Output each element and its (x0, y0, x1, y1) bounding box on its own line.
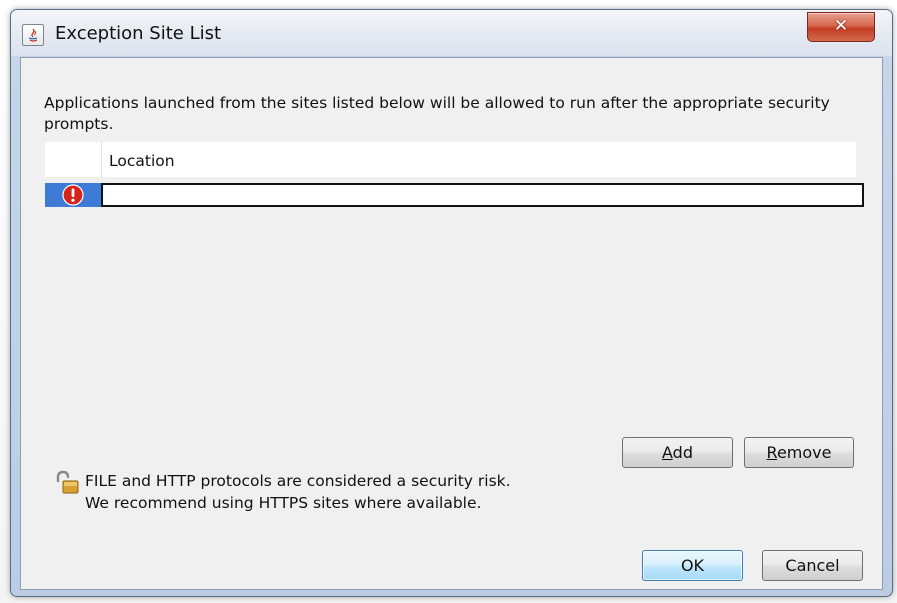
table-header: Location (45, 142, 856, 177)
title-bar[interactable]: Exception Site List ✕ (11, 10, 892, 56)
exception-site-table: Location (45, 142, 864, 210)
remove-button-label: emove (776, 443, 832, 462)
column-header-location[interactable]: Location (109, 152, 175, 170)
exception-site-list-dialog: Exception Site List ✕ Applications launc… (10, 9, 893, 597)
dialog-content: Applications launched from the sites lis… (20, 57, 883, 590)
description-text: Applications launched from the sites lis… (44, 94, 830, 133)
row-status-cell[interactable] (45, 183, 101, 207)
cancel-button[interactable]: Cancel (762, 550, 863, 581)
add-button[interactable]: Add (622, 437, 733, 468)
ok-button[interactable]: OK (642, 550, 743, 581)
security-warning-text: FILE and HTTP protocols are considered a… (85, 470, 511, 514)
close-icon: ✕ (833, 16, 849, 36)
remove-button[interactable]: Remove (744, 437, 854, 468)
add-button-label: dd (672, 443, 693, 462)
warning-icon (62, 184, 84, 206)
row-selector-header (45, 142, 102, 177)
java-icon (22, 24, 44, 46)
dialog-title: Exception Site List (55, 23, 222, 44)
close-button[interactable]: ✕ (807, 12, 875, 42)
location-input[interactable] (101, 183, 864, 207)
remove-button-accelerator: R (766, 443, 777, 462)
security-warning-line-1: FILE and HTTP protocols are considered a… (85, 472, 511, 490)
add-button-accelerator: A (662, 443, 673, 462)
unlocked-padlock-icon (56, 470, 79, 494)
table-row[interactable] (45, 183, 864, 207)
security-warning-line-2: We recommend using HTTPS sites where ava… (85, 494, 482, 512)
